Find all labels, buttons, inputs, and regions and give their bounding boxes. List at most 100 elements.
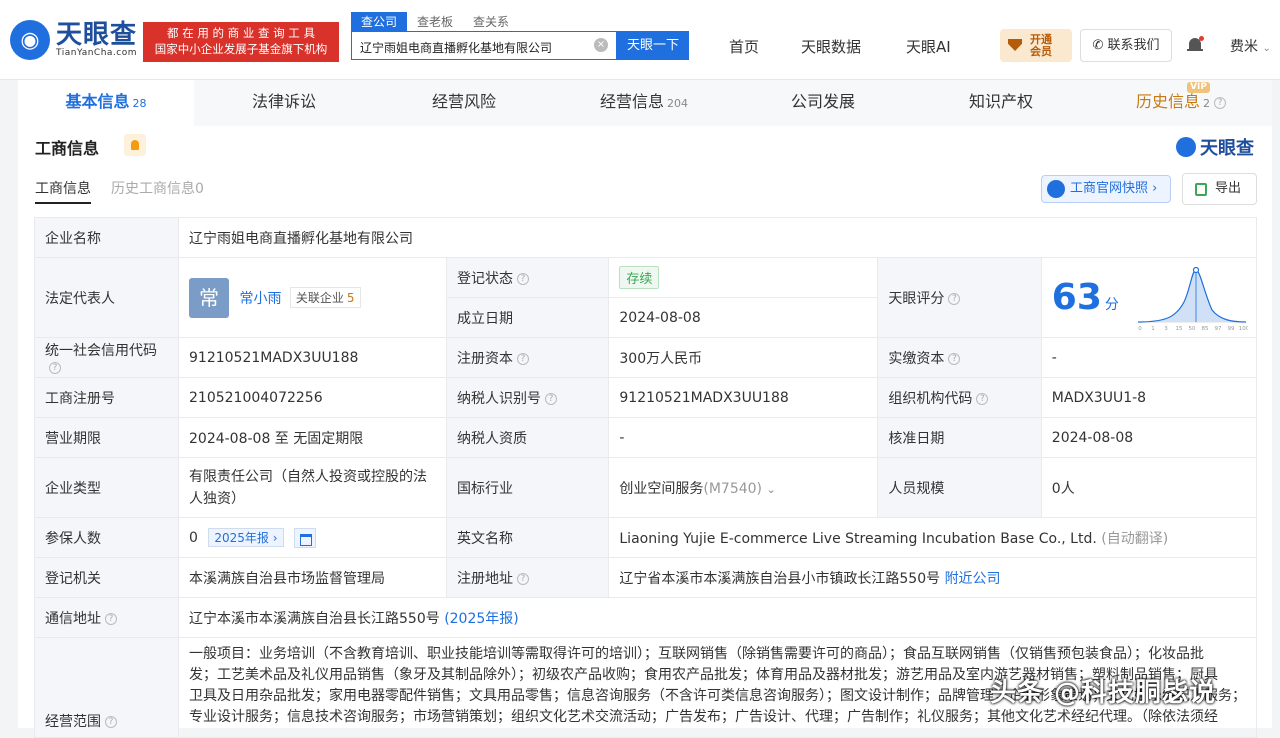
vip-button[interactable]: 开通 会员: [1000, 29, 1072, 62]
contact-button[interactable]: ✆ 联系我们: [1080, 29, 1172, 62]
score-axis-tick: 100: [1239, 326, 1248, 332]
industry-label: 国标行业: [445, 457, 610, 518]
contact-label: 联系我们: [1107, 38, 1160, 53]
help-icon[interactable]: ?: [49, 361, 61, 374]
logo-text: 天眼查: [56, 20, 138, 50]
org-code: MADX3UU1-8: [1040, 377, 1258, 418]
building-icon[interactable]: [294, 527, 316, 548]
help-icon[interactable]: ?: [976, 392, 989, 405]
mail-address: 辽宁本溪市本溪满族自治县长江路550号: [189, 610, 440, 627]
score-cell[interactable]: 63 分 0 1 3 15 50 85 97 99 100: [1040, 257, 1258, 338]
subtab-current[interactable]: 工商信息: [35, 178, 91, 198]
notification-dot: [1199, 36, 1204, 41]
table-row: 参保人数 0 2025年报 › 英文名称 Liaoning Yujie E-co…: [34, 517, 1257, 558]
english-name-label: 英文名称: [445, 517, 610, 558]
vip-line-2: 会员: [1030, 45, 1052, 58]
search-tab-relation[interactable]: 查关系: [463, 12, 519, 31]
help-icon[interactable]: ?: [516, 352, 529, 365]
nearby-companies-link[interactable]: 附近公司: [945, 571, 1001, 587]
legal-rep-link[interactable]: 常小雨: [239, 291, 281, 307]
score-distribution-chart: 0 1 3 15 50 85 97 99 100: [1137, 266, 1248, 332]
related-companies-tag[interactable]: 关联企业 5: [289, 287, 361, 308]
reg-capital: 300万人民币: [608, 337, 879, 378]
table-row: 法定代表人 常 常小雨 关联企业 5 登记状态? 存续 天眼评分? 63 分 0 1 3…: [34, 257, 1258, 338]
tab-business-risk[interactable]: 经营风险: [374, 80, 554, 126]
nav-home[interactable]: 首页: [729, 36, 759, 57]
user-icon: [1047, 180, 1065, 198]
help-icon[interactable]: ?: [105, 716, 117, 728]
table-row: 工商注册号 210521004072256 纳税人识别号? 91210521MA…: [34, 377, 1258, 418]
paid-capital: -: [1040, 337, 1258, 378]
english-name-cell: Liaoning Yujie E-commerce Live Streaming…: [608, 517, 1257, 558]
official-snapshot-button[interactable]: 工商官网快照 ›: [1041, 175, 1171, 203]
tab-ip[interactable]: 知识产权: [912, 80, 1090, 126]
approve-date-label: 核准日期: [877, 417, 1042, 458]
nav-ai[interactable]: 天眼AI: [906, 36, 951, 57]
help-icon[interactable]: ?: [516, 572, 529, 585]
help-icon[interactable]: ?: [1214, 96, 1226, 109]
slogan-line-2: 国家中小企业发展子基金旗下机构: [154, 42, 328, 56]
reg-address-label: 注册地址?: [445, 557, 610, 598]
tab-basic-info[interactable]: 基本信息 28: [18, 80, 194, 126]
annual-report-tag[interactable]: 2025年报 ›: [208, 527, 284, 547]
search-tab-boss[interactable]: 查老板: [407, 12, 463, 31]
term: 2024-08-08 至 无固定期限: [178, 417, 447, 458]
tab-litigation[interactable]: 法律诉讼: [194, 80, 374, 126]
table-row: 营业期限 2024-08-08 至 无固定期限 纳税人资质 - 核准日期 202…: [34, 417, 1258, 458]
reg-address: 辽宁省本溪市本溪满族自治县小市镇政长江路550号: [619, 570, 941, 587]
taxpayer-id: 91210521MADX3UU188: [608, 377, 879, 418]
table-row: 企业名称 辽宁雨姐电商直播孵化基地有限公司: [34, 217, 1257, 258]
reg-authority-label: 登记机关: [34, 557, 179, 598]
company-tabs: 基本信息 28 法律诉讼 经营风险 经营信息 204 公司发展 知识产权 历史信息 2…: [18, 80, 1272, 126]
mail-address-label: 通信地址?: [34, 597, 179, 638]
table-row: 企业类型 有限责任公司（自然人投资或控股的法人独资） 国标行业 创业空间服务(M…: [34, 457, 1258, 518]
help-icon[interactable]: ?: [948, 352, 961, 365]
staff-size-label: 人员规模: [877, 457, 1042, 518]
main-content: 基本信息 28 法律诉讼 经营风险 经营信息 204 公司发展 知识产权 历史信息 2…: [18, 80, 1272, 738]
help-icon[interactable]: ?: [516, 272, 529, 285]
tab-business-info[interactable]: 经营信息 204: [554, 80, 734, 126]
nav-data[interactable]: 天眼数据: [801, 36, 861, 57]
insured-count: 0: [189, 529, 198, 546]
avatar[interactable]: 常: [189, 277, 229, 318]
search-type-tabs: 查公司 查老板 查关系: [351, 12, 519, 31]
user-menu[interactable]: 费米 ⌄: [1230, 36, 1271, 56]
tab-development[interactable]: 公司发展: [734, 80, 912, 126]
score-axis-tick: 50: [1189, 326, 1196, 332]
logo[interactable]: ◉ 天眼查 TianYanCha.com: [10, 20, 137, 60]
tab-history[interactable]: 历史信息 2? VIP: [1090, 80, 1272, 126]
found-date: 2024-08-08: [608, 297, 879, 338]
top-bar: ◉ 天眼查 TianYanCha.com 都 在 用 的 商 业 查 询 工 具…: [0, 0, 1280, 80]
score-marker: [1192, 266, 1200, 274]
annual-report-link[interactable]: (2025年报): [444, 611, 519, 627]
export-button[interactable]: 导出: [1182, 173, 1257, 205]
tab-count: 28: [132, 97, 147, 110]
help-icon[interactable]: ?: [544, 392, 557, 405]
industry: 创业空间服务: [619, 480, 704, 497]
clear-icon[interactable]: ×: [594, 38, 608, 52]
excel-icon: [1195, 183, 1207, 196]
bell-icon[interactable]: [1187, 36, 1204, 54]
industry-cell[interactable]: 创业空间服务(M7540) ⌄: [608, 457, 879, 518]
search-button[interactable]: 天眼一下: [617, 31, 689, 60]
help-icon[interactable]: ?: [948, 292, 961, 305]
english-name: Liaoning Yujie E-commerce Live Streaming…: [619, 530, 1097, 547]
search-tab-company[interactable]: 查公司: [351, 12, 408, 31]
score-unit: 分: [1104, 297, 1119, 313]
subtab-history[interactable]: 历史工商信息0: [111, 178, 204, 198]
logo-eye-icon: [1176, 137, 1196, 157]
help-icon[interactable]: ?: [105, 612, 117, 625]
bell-icon[interactable]: [124, 134, 146, 156]
search-input[interactable]: 辽宁雨姐电商直播孵化基地有限公司 ×: [351, 31, 617, 60]
section-title: 工商信息: [35, 139, 100, 158]
score-axis-tick: 1: [1151, 326, 1155, 332]
score-value: 63: [1051, 277, 1102, 318]
table-row: 统一社会信用代码? 91210521MADX3UU188 注册资本? 300万人…: [34, 337, 1258, 378]
logo-domain: TianYanCha.com: [56, 48, 138, 58]
reg-status-label: 登记状态?: [445, 257, 610, 298]
reg-status-cell: 存续: [608, 257, 879, 298]
score-axis-tick: 0: [1138, 326, 1142, 332]
approve-date: 2024-08-08: [1040, 417, 1258, 458]
subtab-underline: [35, 202, 91, 204]
reg-capital-label: 注册资本?: [445, 337, 610, 378]
